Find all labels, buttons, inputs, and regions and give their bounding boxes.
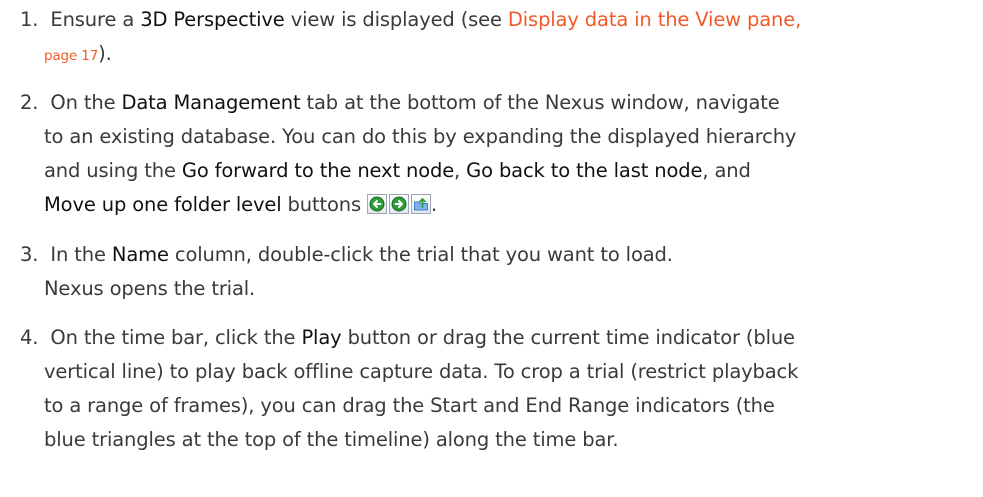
- step-text: and using the: [44, 159, 182, 182]
- ui-term-go-forward: Go forward to the next node: [181, 159, 455, 182]
- step-number: 2.: [20, 91, 39, 114]
- step-text: .: [430, 193, 438, 216]
- step-2: 2. On the Data Management tab at the bot…: [20, 86, 975, 222]
- step-text: column, double-click the trial that you …: [168, 243, 673, 266]
- step-1: 1. Ensure a 3D Perspective view is displ…: [20, 3, 975, 71]
- step-text: In the: [50, 243, 112, 266]
- step-text: tab at the bottom of the Nexus window, n…: [300, 91, 780, 114]
- step-text: view is displayed (see: [284, 8, 508, 31]
- ui-term-play: Play: [301, 326, 342, 349]
- step-4-line-1: 4. On the time bar, click the Play butto…: [20, 321, 975, 355]
- step-3: 3. In the Name column, double-click the …: [20, 238, 975, 306]
- step-3-line-2: Nexus opens the trial.: [20, 272, 975, 306]
- page-reference-link[interactable]: page 17: [44, 48, 98, 64]
- step-text: On the: [50, 91, 122, 114]
- folder-up-icon: [410, 194, 431, 214]
- step-text: to an existing database. You can do this…: [44, 125, 797, 148]
- document-page: 1. Ensure a 3D Perspective view is displ…: [0, 0, 983, 497]
- green-back-arrow-icon: [366, 194, 387, 214]
- step-2-line-3: and using the Go forward to the next nod…: [20, 154, 975, 188]
- step-2-line-1: 2. On the Data Management tab at the bot…: [20, 86, 975, 120]
- green-forward-arrow-icon: [388, 194, 409, 214]
- ui-term-move-up: Move up one folder level: [44, 193, 282, 216]
- step-3-line-1: 3. In the Name column, double-click the …: [20, 238, 975, 272]
- step-1-line-1: 1. Ensure a 3D Perspective view is displ…: [20, 3, 975, 37]
- step-4-line-4: blue triangles at the top of the timelin…: [20, 423, 975, 457]
- step-4-line-2: vertical line) to play back offline capt…: [20, 355, 975, 389]
- step-number: 3.: [20, 243, 39, 266]
- step-text: blue triangles at the top of the timelin…: [44, 428, 619, 451]
- step-number: 4.: [20, 326, 39, 349]
- ui-term-go-back: Go back to the last node: [466, 159, 703, 182]
- step-text: Nexus opens the trial.: [44, 277, 256, 300]
- step-text: Ensure a: [50, 8, 141, 31]
- step-text: ,: [454, 159, 467, 182]
- step-text: ).: [98, 42, 112, 65]
- step-text: vertical line) to play back offline capt…: [44, 360, 799, 383]
- step-2-line-4: Move up one folder level buttons.: [20, 188, 975, 222]
- step-2-line-2: to an existing database. You can do this…: [20, 120, 975, 154]
- step-text: buttons: [281, 193, 362, 216]
- navigation-buttons-group: [366, 194, 431, 214]
- step-text: button or drag the current time indicato…: [341, 326, 795, 349]
- cross-reference-link[interactable]: Display data in the View pane,: [508, 8, 801, 31]
- step-text: to a range of frames), you can drag the …: [44, 394, 775, 417]
- ui-term-3d-perspective: 3D Perspective: [140, 8, 285, 31]
- step-1-line-2: page 17).: [20, 37, 975, 71]
- step-text: , and: [702, 159, 751, 182]
- step-4: 4. On the time bar, click the Play butto…: [20, 321, 975, 457]
- step-number: 1.: [20, 8, 39, 31]
- step-4-line-3: to a range of frames), you can drag the …: [20, 389, 975, 423]
- step-text: On the time bar, click the: [50, 326, 302, 349]
- ui-term-data-management: Data Management: [121, 91, 301, 114]
- ui-term-name: Name: [111, 243, 169, 266]
